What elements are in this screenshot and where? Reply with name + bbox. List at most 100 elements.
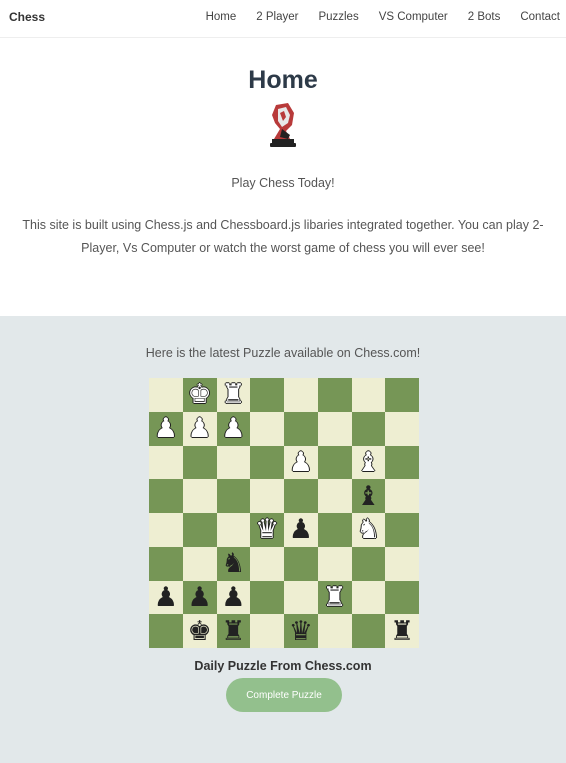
nav-links: Home 2 Player Puzzles VS Computer 2 Bots…: [186, 11, 560, 23]
white-knight-icon[interactable]: ♞: [356, 516, 380, 543]
board-square[interactable]: [182, 546, 217, 581]
board-square[interactable]: [250, 479, 284, 513]
board-square[interactable]: [250, 445, 284, 480]
nav-contact[interactable]: Contact: [520, 11, 560, 23]
board-square[interactable]: ♟: [284, 513, 318, 547]
black-pawn-icon[interactable]: ♟: [154, 584, 178, 611]
black-knight-icon[interactable]: ♞: [221, 550, 245, 577]
puzzle-intro: Here is the latest Puzzle available on C…: [145, 346, 421, 360]
white-pawn-icon[interactable]: ♟: [154, 415, 178, 442]
board-square[interactable]: [182, 445, 217, 480]
board-square[interactable]: [216, 479, 251, 513]
board-square[interactable]: [385, 580, 419, 615]
board-square[interactable]: [351, 614, 386, 648]
board-square[interactable]: [149, 513, 183, 547]
white-pawn-icon[interactable]: ♟: [221, 415, 245, 442]
chess-knight-logo-icon: [270, 103, 296, 147]
board-square[interactable]: [250, 378, 284, 412]
brand-link[interactable]: Chess: [9, 10, 45, 24]
board-square[interactable]: [385, 479, 419, 513]
board-square[interactable]: [317, 378, 352, 412]
board-square[interactable]: ♛: [250, 513, 284, 547]
board-square[interactable]: [250, 614, 284, 648]
white-king-icon[interactable]: ♚: [188, 381, 212, 408]
nav-home[interactable]: Home: [206, 11, 237, 23]
black-queen-icon[interactable]: ♛: [289, 618, 313, 645]
board-square[interactable]: [385, 546, 419, 581]
white-pawn-icon[interactable]: ♟: [289, 449, 313, 476]
board-square[interactable]: [317, 445, 352, 480]
board-square[interactable]: [317, 513, 352, 547]
board-square[interactable]: [351, 411, 386, 446]
white-queen-icon[interactable]: ♛: [255, 516, 279, 543]
board-square[interactable]: [317, 411, 352, 446]
board-square[interactable]: [216, 513, 251, 547]
board-square[interactable]: ♟: [216, 580, 251, 615]
board-square[interactable]: [149, 479, 183, 513]
board-square[interactable]: [284, 411, 318, 446]
board-square[interactable]: ♞: [216, 546, 251, 581]
board-square[interactable]: [216, 445, 251, 480]
nav-vs-computer[interactable]: VS Computer: [379, 11, 448, 23]
black-pawn-icon[interactable]: ♟: [221, 584, 245, 611]
board-square[interactable]: [317, 614, 352, 648]
board-square[interactable]: [149, 378, 183, 412]
board-square[interactable]: [317, 479, 352, 513]
white-rook-icon[interactable]: ♜: [323, 584, 347, 611]
board-square[interactable]: [182, 479, 217, 513]
complete-puzzle-button[interactable]: Complete Puzzle: [226, 678, 342, 712]
board-square[interactable]: [250, 580, 284, 615]
board-square[interactable]: ♟: [216, 411, 251, 446]
board-square[interactable]: [385, 513, 419, 547]
white-rook-icon[interactable]: ♜: [221, 381, 245, 408]
navbar: Chess Home 2 Player Puzzles VS Computer …: [0, 0, 566, 38]
board-square[interactable]: [385, 378, 419, 412]
white-bishop-icon[interactable]: ♝: [356, 449, 380, 476]
board-square[interactable]: [250, 546, 284, 581]
board-square[interactable]: [284, 546, 318, 581]
board-square[interactable]: [149, 614, 183, 648]
board-square[interactable]: ♟: [149, 580, 183, 615]
white-pawn-icon[interactable]: ♟: [188, 415, 212, 442]
board-square[interactable]: ♜: [317, 580, 352, 615]
board-caption: Daily Puzzle From Chess.com: [194, 659, 372, 673]
site-description: This site is built using Chess.js and Ch…: [22, 218, 544, 255]
board-square[interactable]: [284, 378, 318, 412]
board-square[interactable]: ♞: [351, 513, 386, 547]
nav-2-player[interactable]: 2 Player: [256, 11, 298, 23]
black-bishop-icon[interactable]: ♝: [356, 483, 380, 510]
black-pawn-icon[interactable]: ♟: [188, 584, 212, 611]
nav-puzzles[interactable]: Puzzles: [318, 11, 358, 23]
board-square[interactable]: [284, 580, 318, 615]
board-square[interactable]: ♟: [284, 445, 318, 480]
black-rook-icon[interactable]: ♜: [221, 618, 245, 645]
board-square[interactable]: ♟: [182, 580, 217, 615]
board-square[interactable]: [149, 445, 183, 480]
board-square[interactable]: ♛: [284, 614, 318, 648]
board-square[interactable]: ♝: [351, 479, 386, 513]
board-square[interactable]: ♟: [149, 411, 183, 446]
black-king-icon[interactable]: ♚: [188, 618, 212, 645]
board-square[interactable]: ♟: [182, 411, 217, 446]
black-rook-icon[interactable]: ♜: [390, 618, 414, 645]
board-square[interactable]: [385, 445, 419, 480]
page-title: Home: [248, 66, 318, 94]
board-square[interactable]: ♜: [216, 614, 251, 648]
board-square[interactable]: [182, 513, 217, 547]
board-square[interactable]: [284, 479, 318, 513]
board-square[interactable]: [149, 546, 183, 581]
board-square[interactable]: [385, 411, 419, 446]
board-square[interactable]: ♜: [385, 614, 419, 648]
board-square[interactable]: [351, 378, 386, 412]
board-square[interactable]: ♚: [182, 378, 217, 412]
board-square[interactable]: ♚: [182, 614, 217, 648]
nav-2-bots[interactable]: 2 Bots: [468, 11, 501, 23]
board-square[interactable]: [250, 411, 284, 446]
black-pawn-icon[interactable]: ♟: [289, 516, 313, 543]
board-square[interactable]: [317, 546, 352, 581]
board-square[interactable]: ♜: [216, 378, 251, 412]
board-square[interactable]: ♝: [351, 445, 386, 480]
chess-board[interactable]: ♚ ♜ ♟ ♟ ♟ ♟ ♝ ♝ ♛ ♟ ♞ ♞ ♟ ♟ ♟ ♜ ♚ ♜ ♛ ♜: [149, 378, 419, 648]
board-square[interactable]: [351, 580, 386, 615]
board-square[interactable]: [351, 546, 386, 581]
